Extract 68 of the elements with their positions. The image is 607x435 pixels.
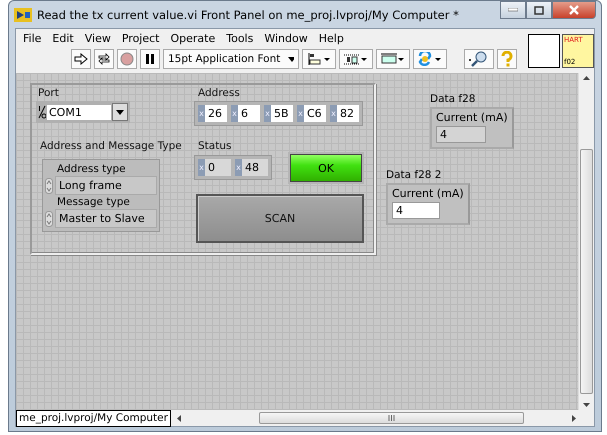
hex-field[interactable]: x 6 <box>231 105 260 122</box>
hex-field[interactable]: x C6 <box>297 105 326 122</box>
arrow-icon <box>74 53 88 65</box>
help-icon <box>500 51 514 67</box>
minimize-button[interactable] <box>500 1 526 19</box>
menu-item[interactable]: Operate <box>165 31 222 46</box>
numeric-field[interactable]: 4 <box>392 202 440 219</box>
scroll-left-icon <box>176 414 181 422</box>
search-button[interactable] <box>464 49 494 69</box>
increment-icon <box>45 210 53 226</box>
cluster-label: Address and Message Type <box>40 140 182 152</box>
scroll-thumb[interactable] <box>580 149 593 394</box>
grip-icon <box>388 415 395 421</box>
caret-icon <box>288 56 294 62</box>
align-icon <box>306 52 332 66</box>
distribute-objects-button[interactable] <box>339 49 373 69</box>
distribute-icon <box>343 52 369 66</box>
indicator-label: Data f28 2 <box>386 169 442 181</box>
menu-item[interactable]: Project <box>116 31 166 46</box>
ok-led[interactable]: OK <box>290 154 362 182</box>
menu-item[interactable]: View <box>80 31 117 46</box>
minimize-icon <box>508 8 518 12</box>
caret-icon <box>116 110 124 114</box>
control-label: Address <box>198 87 240 99</box>
resize-icon <box>380 52 406 66</box>
maximize-button[interactable] <box>526 1 552 19</box>
menu-item[interactable]: Tools <box>221 31 260 46</box>
reorder-icon <box>417 52 443 66</box>
control-label: Current (mA) <box>436 111 508 124</box>
hex-field[interactable]: x 82 <box>330 105 359 122</box>
close-icon <box>568 5 580 15</box>
cycle-arrows-icon <box>97 53 111 65</box>
hex-field[interactable]: x 26 <box>198 105 227 122</box>
control-label: Port <box>38 87 59 99</box>
menu-item[interactable]: Window <box>259 31 314 46</box>
hex-indicator: x 48 <box>235 159 268 176</box>
scroll-up-icon <box>583 76 590 80</box>
pause-button[interactable] <box>140 49 160 69</box>
control-label: Current (mA) <box>392 187 464 200</box>
run-button[interactable] <box>71 49 91 69</box>
scroll-down-icon <box>583 403 590 407</box>
close-button[interactable] <box>552 1 596 19</box>
port-dropdown[interactable]: COM1 <box>36 101 130 123</box>
hex-indicator: x 0 <box>198 159 231 176</box>
menu-item[interactable]: Edit <box>47 31 80 46</box>
menu-item[interactable]: File <box>18 31 48 46</box>
align-objects-button[interactable] <box>302 49 336 69</box>
indicator-label: Data f28 <box>430 93 476 105</box>
window-title: Read the tx current value.vi Front Panel on me_proj.lvproj/My Computer * <box>37 8 459 22</box>
stop-icon <box>120 52 134 66</box>
hex-field[interactable]: x 5B <box>264 105 293 122</box>
scroll-thumb[interactable] <box>258 412 524 424</box>
numeric-indicator: 4 <box>436 126 486 143</box>
font-dropdown[interactable]: 15pt Application Font <box>163 49 299 69</box>
maximize-icon <box>534 6 544 14</box>
scan-button[interactable]: SCAN <box>196 194 364 243</box>
pause-icon <box>144 53 156 65</box>
control-label: Status <box>198 140 232 152</box>
connector-pane <box>528 34 560 68</box>
menu-item[interactable]: Help <box>314 31 350 46</box>
io-icon <box>38 105 46 119</box>
context-path: me_proj.lvproj/My Computer <box>16 410 171 426</box>
control-label: Message type <box>56 196 131 208</box>
control-label: Address type <box>56 163 127 175</box>
increment-icon <box>45 178 53 194</box>
resize-objects-button[interactable] <box>376 49 410 69</box>
run-continuously-button[interactable] <box>94 49 114 69</box>
scroll-right-icon <box>572 414 576 422</box>
